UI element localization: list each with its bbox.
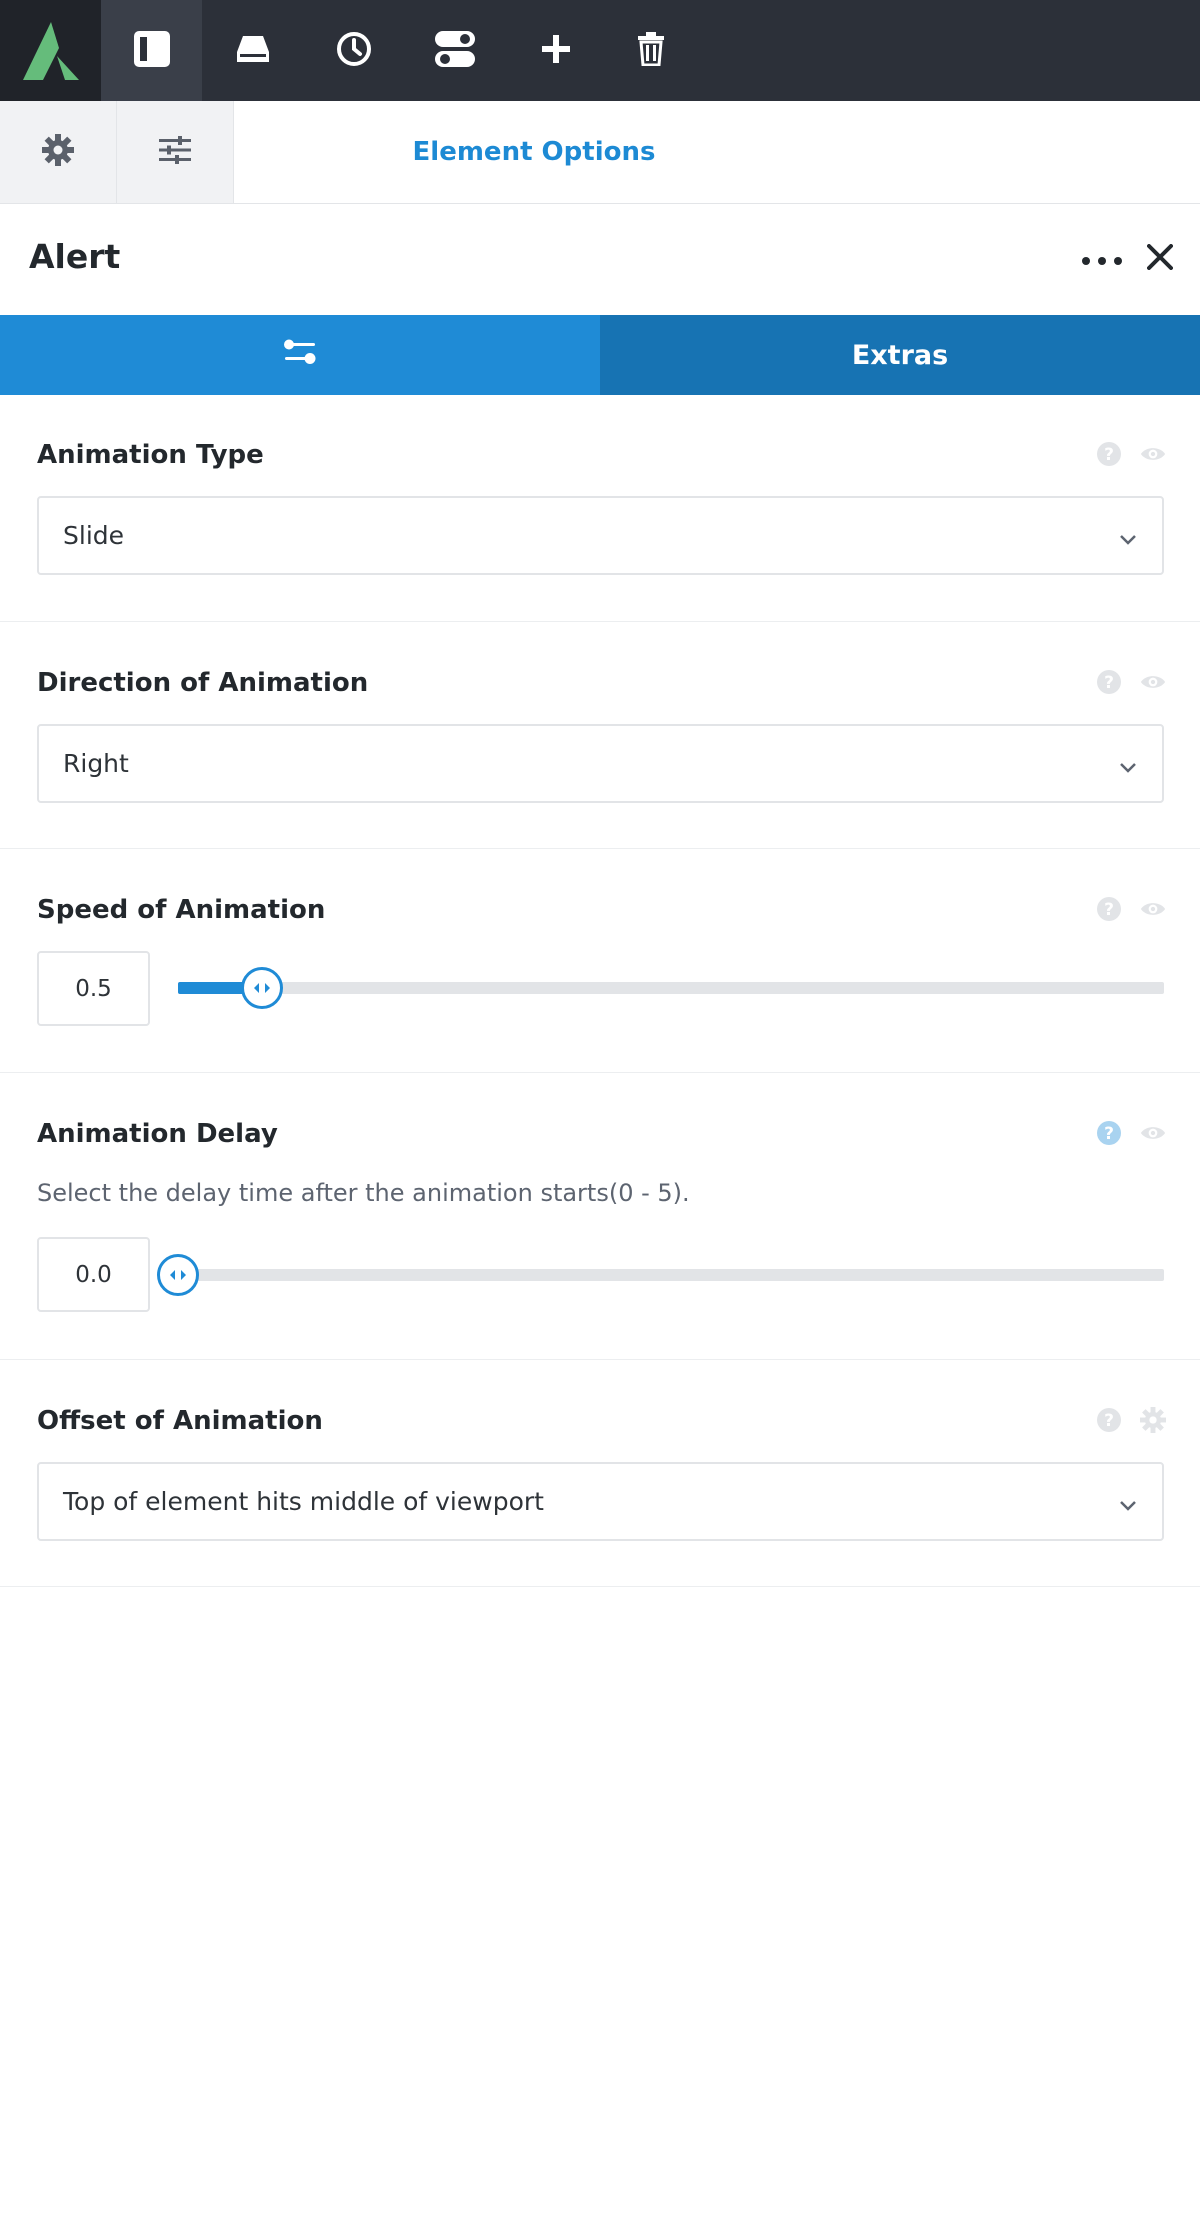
select-value: Slide <box>63 521 125 550</box>
trash-icon <box>636 31 666 70</box>
add-element-button[interactable] <box>505 0 606 101</box>
close-button[interactable] <box>1142 241 1178 277</box>
panel-title: Element Options <box>412 137 656 167</box>
history-button[interactable] <box>303 0 404 101</box>
sidebar-toggle-button[interactable] <box>101 0 202 101</box>
tab-extras[interactable]: Extras <box>600 315 1200 395</box>
element-header: Alert <box>0 205 1200 315</box>
sidebar-toggle-icon <box>133 30 171 72</box>
option-offset: Offset of Animation ? Top of element hit… <box>0 1360 1200 1587</box>
option-label: Animation Delay <box>37 1119 278 1149</box>
more-options-button[interactable] <box>1082 243 1122 279</box>
chevron-down-icon <box>1118 754 1138 774</box>
delete-button[interactable] <box>606 0 696 101</box>
svg-text:?: ? <box>1104 673 1114 693</box>
sidebar-subheader: Element Options <box>0 101 1200 204</box>
toggle-settings-icon <box>434 30 476 72</box>
sliders-icon <box>159 136 191 168</box>
add-icon <box>540 33 572 69</box>
tab-global-options[interactable] <box>0 101 117 203</box>
svg-text:?: ? <box>1104 1411 1114 1431</box>
top-toolbar <box>0 0 1200 101</box>
gear-icon <box>42 134 74 170</box>
svg-text:?: ? <box>1104 1124 1114 1144</box>
option-delay: Animation Delay ? Select the delay time … <box>0 1073 1200 1360</box>
app-logo[interactable] <box>0 0 101 101</box>
help-icon[interactable]: ? <box>1096 669 1122 695</box>
eye-icon[interactable] <box>1140 1120 1166 1146</box>
eye-icon[interactable] <box>1140 896 1166 922</box>
option-animation-type: Animation Type ? Slide <box>0 396 1200 622</box>
svg-text:?: ? <box>1104 445 1114 465</box>
eye-icon[interactable] <box>1140 441 1166 467</box>
animation-type-select[interactable]: Slide <box>37 496 1164 575</box>
option-description: Select the delay time after the animatio… <box>37 1179 690 1207</box>
chevron-down-icon <box>1118 1492 1138 1512</box>
help-icon[interactable]: ? <box>1096 441 1122 467</box>
help-icon[interactable]: ? <box>1096 1120 1122 1146</box>
select-value: Top of element hits middle of viewport <box>63 1487 544 1516</box>
tab-general[interactable] <box>0 315 600 395</box>
delay-input[interactable]: 0.0 <box>37 1237 150 1312</box>
option-direction: Direction of Animation ? Right <box>0 622 1200 849</box>
library-icon <box>235 34 271 68</box>
tab-element-options[interactable] <box>117 101 234 203</box>
gear-icon[interactable] <box>1140 1407 1166 1433</box>
close-icon <box>1147 244 1173 274</box>
delay-slider-track[interactable] <box>157 1254 1164 1296</box>
speed-input[interactable]: 0.5 <box>37 951 150 1026</box>
help-icon[interactable]: ? <box>1096 1407 1122 1433</box>
toggle-settings-button[interactable] <box>404 0 505 101</box>
direction-select[interactable]: Right <box>37 724 1164 803</box>
option-label: Animation Type <box>37 440 264 470</box>
svg-text:?: ? <box>1104 900 1114 920</box>
offset-select[interactable]: Top of element hits middle of viewport <box>37 1462 1164 1541</box>
sliders-icon <box>283 337 317 374</box>
library-button[interactable] <box>202 0 303 101</box>
option-label: Offset of Animation <box>37 1406 323 1436</box>
eye-icon[interactable] <box>1140 669 1166 695</box>
delay-slider-handle[interactable] <box>157 1254 199 1296</box>
ellipsis-icon <box>1082 257 1090 265</box>
select-value: Right <box>63 749 129 778</box>
help-icon[interactable]: ? <box>1096 896 1122 922</box>
option-speed: Speed of Animation ? 0.5 <box>0 849 1200 1073</box>
speed-slider-track[interactable] <box>178 967 1164 1009</box>
history-icon <box>335 30 373 72</box>
speed-slider-handle[interactable] <box>240 967 283 1009</box>
option-tabs: Extras <box>0 315 1200 395</box>
element-title: Alert <box>29 237 121 276</box>
chevron-down-icon <box>1118 526 1138 546</box>
option-label: Direction of Animation <box>37 668 369 698</box>
option-label: Speed of Animation <box>37 895 326 925</box>
